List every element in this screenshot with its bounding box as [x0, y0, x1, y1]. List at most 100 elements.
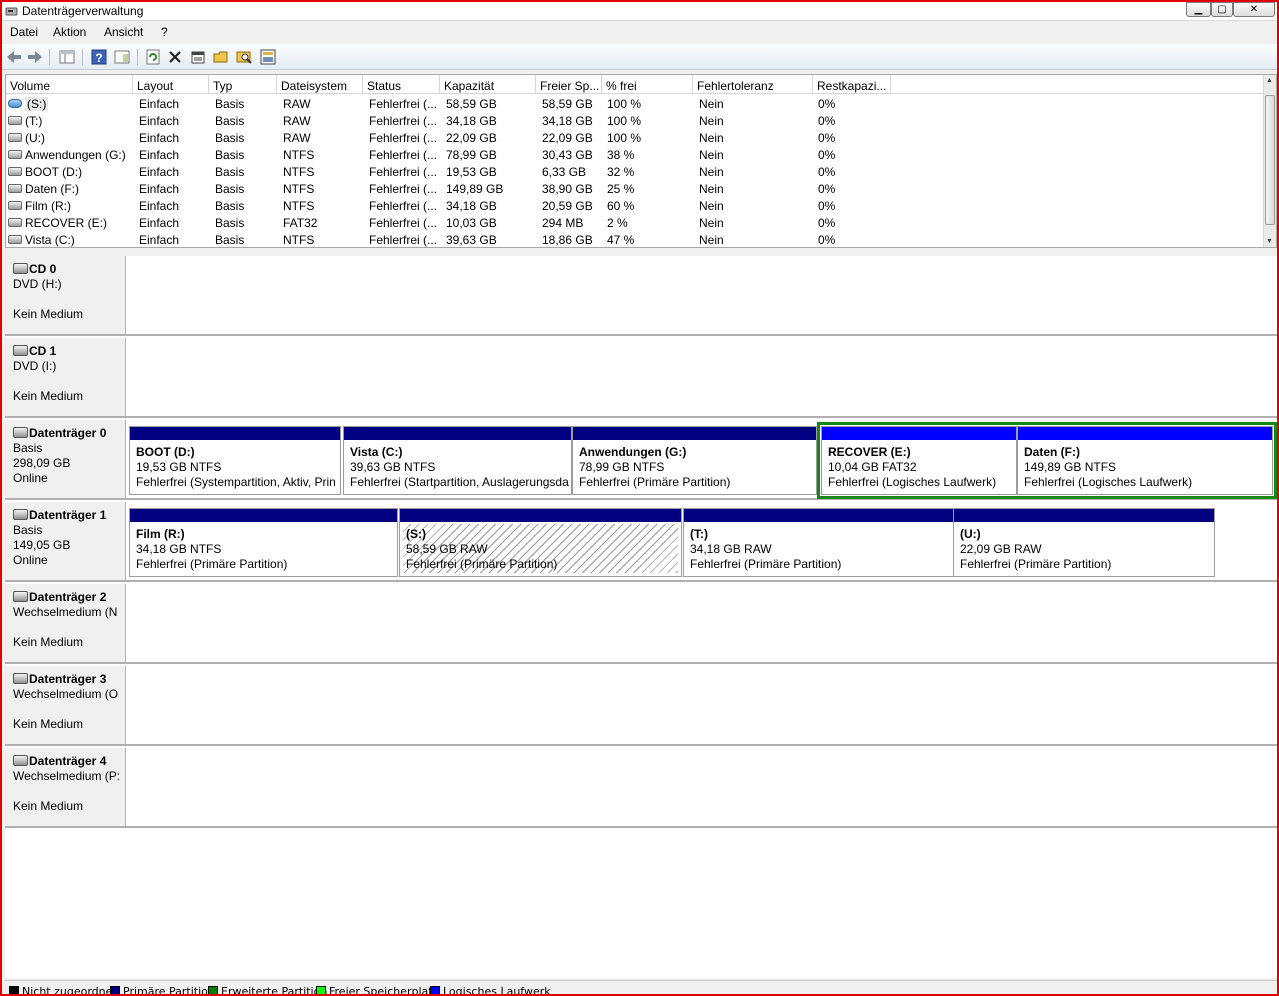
- column-header-restkapazitaet[interactable]: Restkapazi...: [813, 75, 891, 94]
- volume-row[interactable]: Daten (F:) Einfach Basis NTFS Fehlerfrei (..…: [6, 180, 1264, 197]
- disk-info[interactable]: Datenträger 0 Basis 298,09 GB Online: [5, 420, 126, 498]
- volume-cell-rest: 0%: [818, 165, 836, 179]
- open-icon[interactable]: [212, 48, 230, 66]
- disk-info[interactable]: Datenträger 4 Wechselmedium (P: Kein Medi…: [5, 748, 126, 826]
- volume-cell-typ: Basis: [215, 182, 245, 196]
- app-window: Datenträgerverwaltung ▁ ▢ ✕ Datei Aktion…: [0, 0, 1279, 996]
- volume-cell-ft: Nein: [699, 216, 724, 230]
- volume-row[interactable]: (S:) Einfach Basis RAW Fehlerfrei (... 58,59 …: [6, 95, 1264, 112]
- partition-block[interactable]: Vista (C:) 39,63 GB NTFS Fehlerfrei (Start…: [343, 426, 572, 495]
- legend-swatch: [208, 986, 218, 994]
- maximize-button[interactable]: ▢: [1211, 2, 1233, 17]
- scroll-down-icon[interactable]: ▼: [1266, 238, 1273, 245]
- close-button[interactable]: ✕: [1233, 2, 1275, 17]
- minimize-button[interactable]: ▁: [1186, 2, 1211, 17]
- column-header-freier-speicher[interactable]: Freier Sp...: [536, 75, 602, 94]
- forward-icon[interactable]: [26, 48, 44, 66]
- disk-info-line: Kein Medium: [13, 717, 84, 731]
- hard-disk-icon: [13, 509, 28, 520]
- volume-cell-status: Fehlerfrei (...: [369, 97, 438, 111]
- menu-ansicht[interactable]: Ansicht: [104, 25, 143, 39]
- volume-cell-name: (S:): [25, 97, 49, 111]
- volume-cell-cap: 19,53 GB: [446, 165, 497, 179]
- scrollbar-thumb[interactable]: [1265, 95, 1275, 225]
- partition-block[interactable]: (U:) 22,09 GB RAW Fehlerfrei (Primäre Part…: [953, 508, 1215, 577]
- volume-row[interactable]: (U:) Einfach Basis RAW Fehlerfrei (... 22,09 …: [6, 129, 1264, 146]
- volume-cell-fs: NTFS: [283, 199, 315, 213]
- volume-cell-free: 18,86 GB: [542, 233, 593, 247]
- explore-icon[interactable]: [235, 48, 253, 66]
- volume-cell-fs: RAW: [283, 97, 311, 111]
- scroll-up-icon[interactable]: ▲: [1266, 77, 1273, 84]
- volume-cell-name: (T:): [25, 114, 43, 128]
- column-header-layout[interactable]: Layout: [133, 75, 209, 94]
- volume-row[interactable]: Film (R:) Einfach Basis NTFS Fehlerfrei (...…: [6, 197, 1264, 214]
- partition-name: (T:): [690, 527, 708, 541]
- menu-datei[interactable]: Datei: [10, 25, 38, 39]
- column-header-fehlertoleranz[interactable]: Fehlertoleranz: [693, 75, 813, 94]
- volume-cell-rest: 0%: [818, 182, 836, 196]
- hard-disk-icon: [13, 673, 28, 684]
- disk-info[interactable]: CD 0 DVD (H:) Kein Medium: [5, 256, 126, 334]
- extended-partition-outline[interactable]: [817, 422, 1277, 499]
- column-header-status[interactable]: Status: [363, 75, 440, 94]
- legend-item: Logisches Laufwerk: [430, 985, 551, 994]
- volume-cell-layout: Einfach: [139, 97, 180, 111]
- disk-info[interactable]: Datenträger 1 Basis 149,05 GB Online: [5, 502, 126, 580]
- volume-cell-typ: Basis: [215, 233, 245, 247]
- partition-block[interactable]: (S:) 58,59 GB RAW Fehlerfrei (Primäre Part…: [399, 508, 682, 577]
- legend-label: Primäre Partition: [123, 985, 215, 996]
- disk-title: CD 0: [13, 262, 125, 277]
- partition-status: Fehlerfrei (Primäre Partition): [690, 557, 842, 571]
- volume-cell-name: Vista (C:): [25, 233, 75, 247]
- volume-row[interactable]: BOOT (D:) Einfach Basis NTFS Fehlerfrei (...…: [6, 163, 1264, 180]
- disk-map: CD 0 DVD (H:) Kein Medium CD 1 DVD (I:) Kei…: [5, 256, 1277, 978]
- column-header-volume[interactable]: Volume: [6, 75, 133, 94]
- volume-cell-rest: 0%: [818, 216, 836, 230]
- volume-cell-cap: 22,09 GB: [446, 131, 497, 145]
- volume-cell-rest: 0%: [818, 131, 836, 145]
- properties-icon[interactable]: [189, 48, 207, 66]
- legend-item: Primäre Partition: [110, 985, 215, 996]
- volume-list-scrollbar[interactable]: ▲ ▼: [1263, 75, 1276, 247]
- action-pane-icon[interactable]: [113, 48, 131, 66]
- menu-aktion[interactable]: Aktion: [53, 25, 86, 39]
- partition-type-bar: [130, 427, 340, 440]
- partition-status: Fehlerfrei (Primäre Partition): [136, 557, 288, 571]
- volume-row[interactable]: Anwendungen (G:) Einfach Basis NTFS Fehlerfr…: [6, 146, 1264, 163]
- delete-icon[interactable]: [166, 48, 184, 66]
- disk-title: Datenträger 1: [13, 508, 125, 523]
- volume-row[interactable]: Vista (C:) Einfach Basis NTFS Fehlerfrei (..…: [6, 231, 1264, 248]
- disk-info[interactable]: CD 1 DVD (I:) Kein Medium: [5, 338, 126, 416]
- partition-size: 39,63 GB NTFS: [350, 460, 436, 474]
- partition-text: (T:) 34,18 GB RAW Fehlerfrei (Primäre Part…: [690, 527, 951, 572]
- help-icon[interactable]: ?: [90, 48, 108, 66]
- partition-block[interactable]: Anwendungen (G:) 78,99 GB NTFS Fehlerfrei …: [572, 426, 817, 495]
- volume-row[interactable]: (T:) Einfach Basis RAW Fehlerfrei (... 34,18 …: [6, 112, 1264, 129]
- disk-row: CD 0 DVD (H:) Kein Medium: [5, 256, 1277, 336]
- refresh-icon[interactable]: [144, 48, 162, 66]
- legend-item: Nicht zugeordnet: [9, 985, 117, 994]
- partition-block[interactable]: BOOT (D:) 19,53 GB NTFS Fehlerfrei (System…: [129, 426, 341, 495]
- title-bar[interactable]: Datenträgerverwaltung ▁ ▢ ✕: [2, 2, 1277, 21]
- partition-name: BOOT (D:): [136, 445, 195, 459]
- partition-block[interactable]: (T:) 34,18 GB RAW Fehlerfrei (Primäre Part…: [683, 508, 954, 577]
- volume-cell-name: Anwendungen (G:): [25, 148, 126, 162]
- menu-bar: Datei Aktion Ansicht ?: [2, 21, 1277, 42]
- disk-info[interactable]: Datenträger 2 Wechselmedium (N Kein Mediu…: [5, 584, 126, 662]
- volume-row[interactable]: RECOVER (E:) Einfach Basis FAT32 Fehlerfrei …: [6, 214, 1264, 231]
- console-tree-icon[interactable]: [58, 48, 76, 66]
- partition-block[interactable]: Film (R:) 34,18 GB NTFS Fehlerfrei (Primär…: [129, 508, 398, 577]
- menu-help[interactable]: ?: [161, 25, 168, 39]
- volume-cell-ft: Nein: [699, 148, 724, 162]
- disk-title-text: Datenträger 1: [29, 508, 107, 522]
- volume-cell-fs: NTFS: [283, 148, 315, 162]
- column-header-typ[interactable]: Typ: [209, 75, 277, 94]
- volume-cell-name: (U:): [25, 131, 45, 145]
- settings-icon[interactable]: [259, 48, 277, 66]
- disk-info[interactable]: Datenträger 3 Wechselmedium (O Kein Mediu…: [5, 666, 126, 744]
- column-header-kapazitaet[interactable]: Kapazität: [440, 75, 536, 94]
- column-header-dateisystem[interactable]: Dateisystem: [277, 75, 363, 94]
- column-header-prozent-frei[interactable]: % frei: [602, 75, 693, 94]
- back-icon[interactable]: [5, 48, 23, 66]
